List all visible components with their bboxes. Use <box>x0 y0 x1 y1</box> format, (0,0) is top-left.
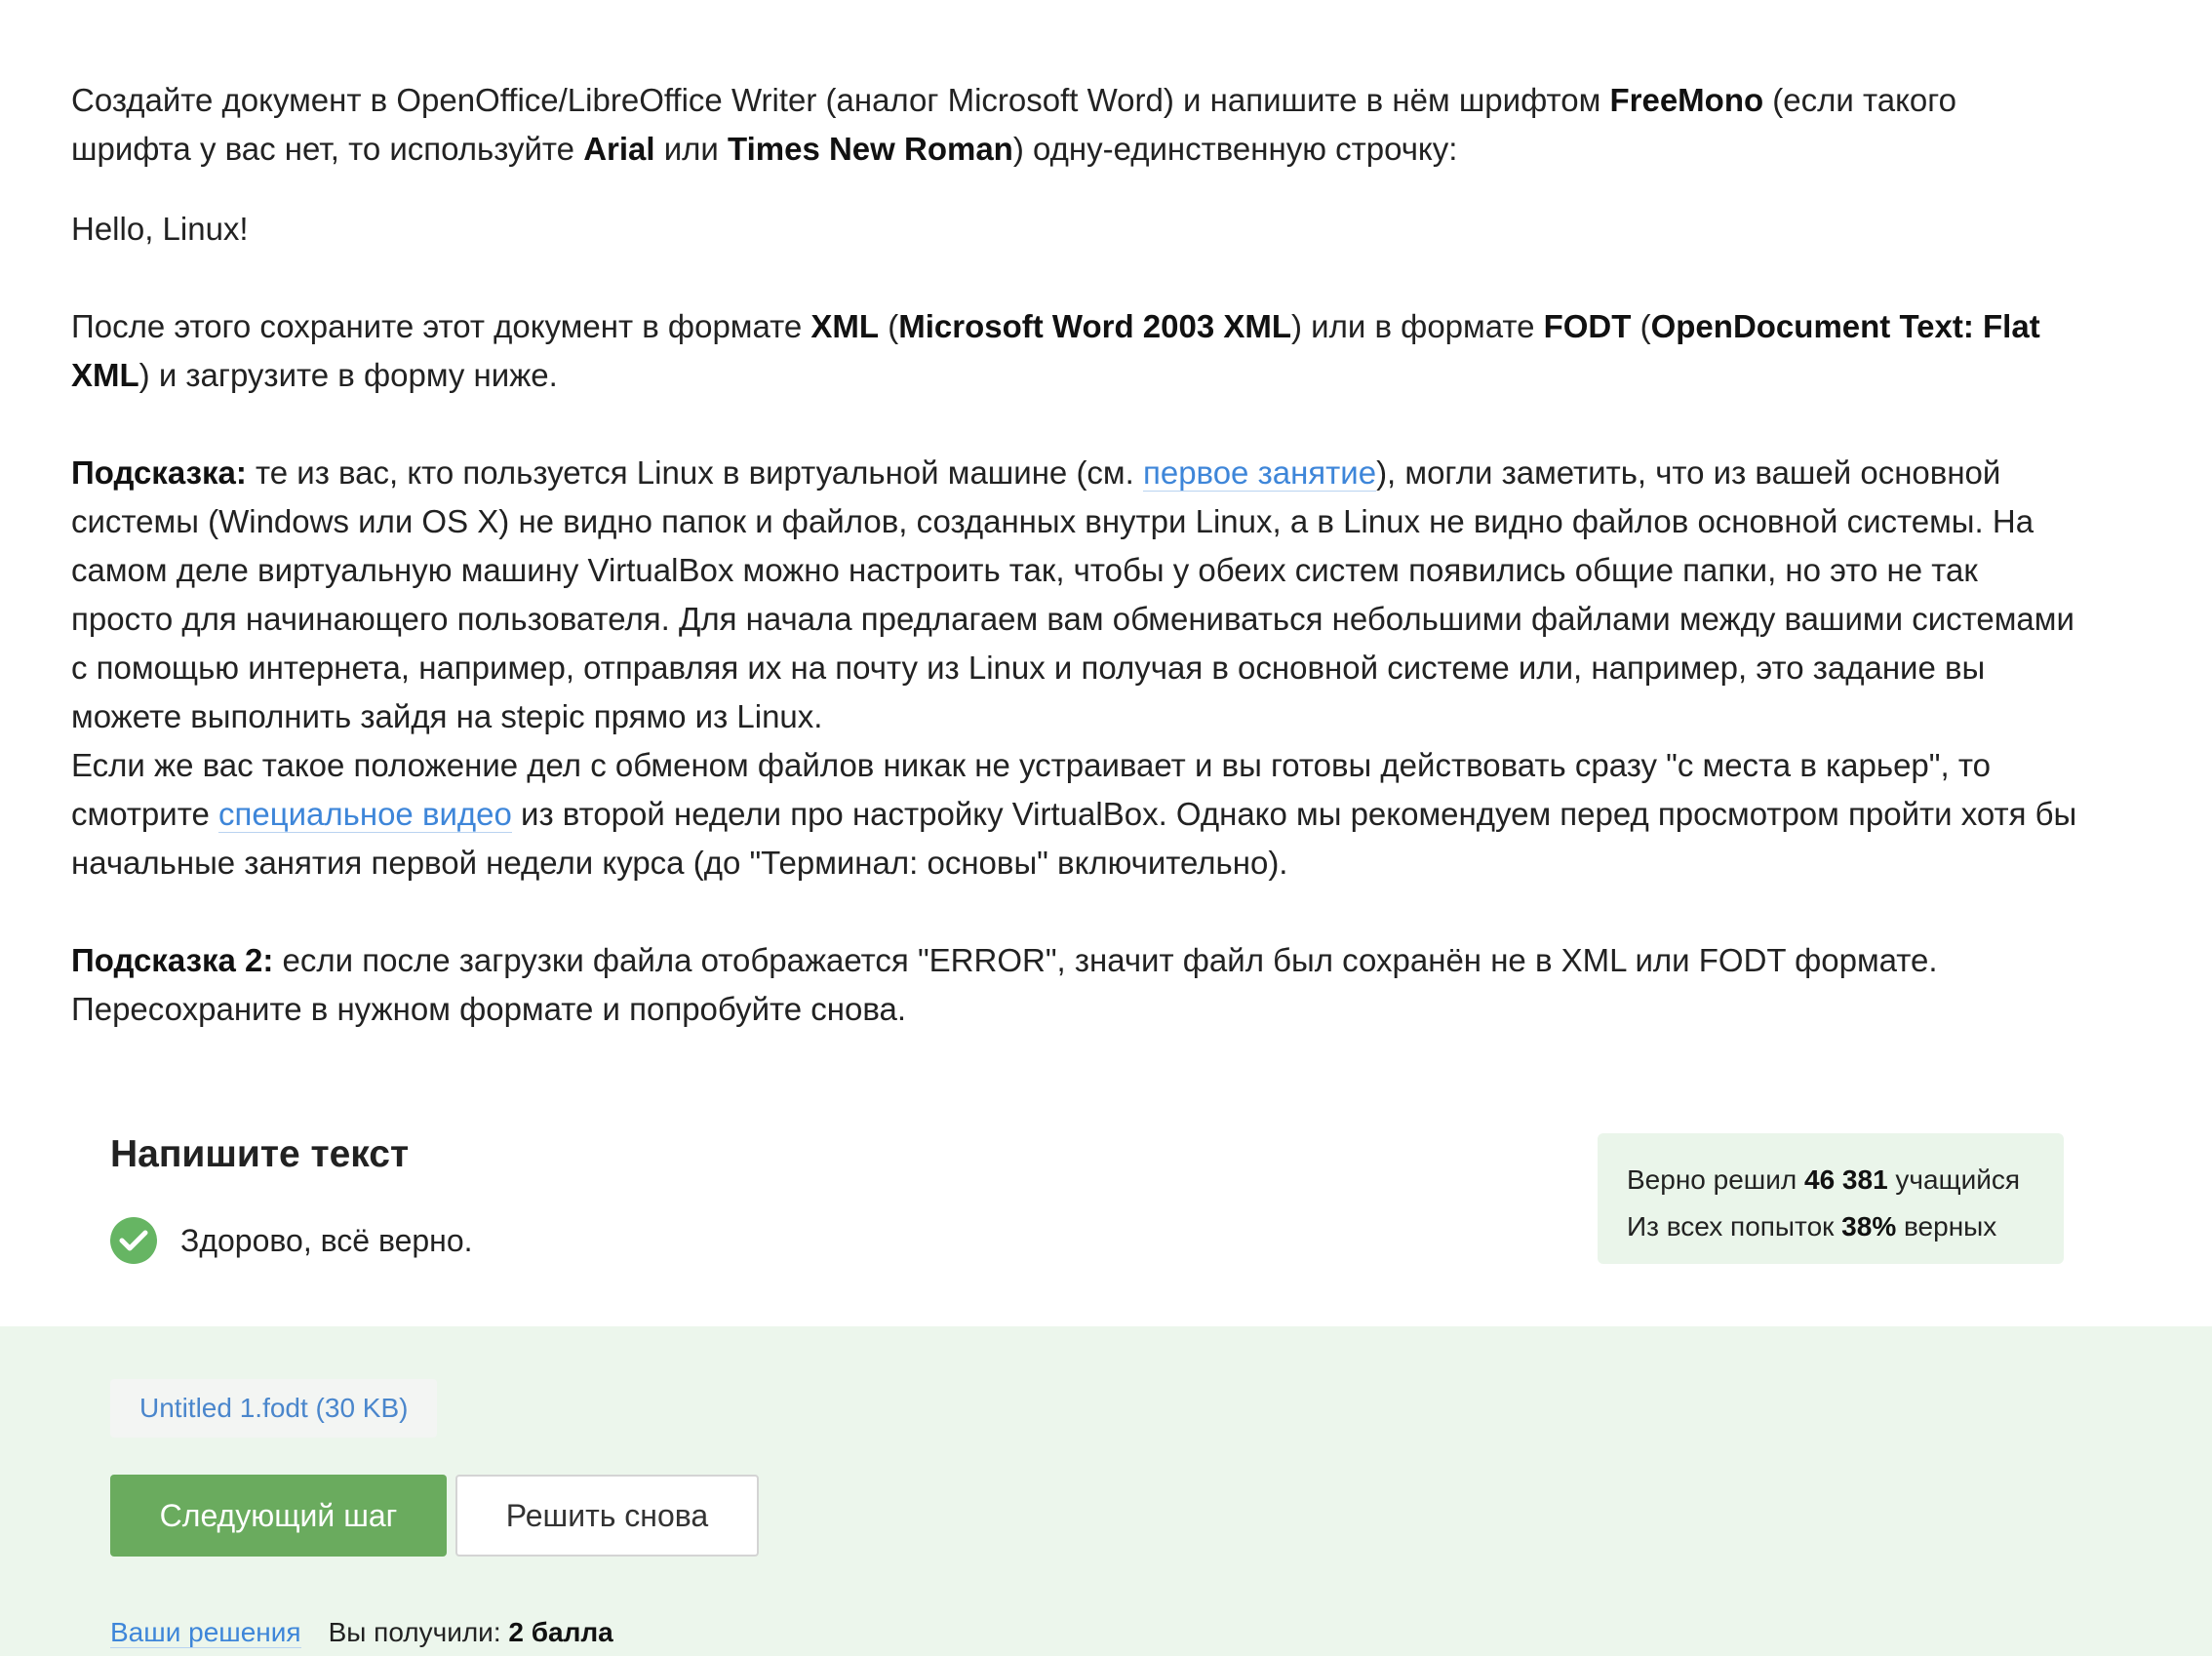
font-freemono: FreeMono <box>1609 82 1764 118</box>
first-lesson-link[interactable]: первое занятие <box>1142 454 1377 492</box>
intro-paragraph: Создайте документ в OpenOffice/LibreOffi… <box>71 76 2080 174</box>
score-value: 2 балла <box>508 1617 613 1647</box>
save-paragraph: После этого сохраните этот документ в фо… <box>71 302 2080 400</box>
save-text: После этого сохраните этот документ в фо… <box>71 308 811 344</box>
save-text: ( <box>879 308 899 344</box>
solve-again-button[interactable]: Решить снова <box>455 1475 759 1557</box>
your-solutions-link[interactable]: Ваши решения <box>110 1617 301 1648</box>
stats-text: Верно решил <box>1627 1164 1804 1195</box>
result-text: Здорово, всё верно. <box>180 1222 473 1258</box>
hint2-label: Подсказка 2: <box>71 942 274 978</box>
format-fodt: FODT <box>1543 308 1632 344</box>
hint-paragraph-2: Если же вас такое положение дел с обмено… <box>71 741 2080 887</box>
uploaded-file[interactable]: Untitled 1.fodt (30 KB) <box>110 1379 438 1438</box>
stats-text: учащийся <box>1887 1164 2021 1195</box>
next-step-button[interactable]: Следующий шаг <box>110 1475 447 1557</box>
intro-text: ) одну-единственную строчку: <box>1012 131 1458 167</box>
intro-text: Создайте документ в OpenOffice/LibreOffi… <box>71 82 1610 118</box>
hint2-paragraph: Подсказка 2: если после загрузки файла о… <box>71 936 2080 1034</box>
hint-label: Подсказка: <box>71 454 247 491</box>
format-xml: XML <box>810 308 880 344</box>
intro-text: или <box>654 131 729 167</box>
stats-solved: Верно решил 46 381 учащийся <box>1627 1157 2034 1203</box>
stats-panel: Верно решил 46 381 учащийся Из всех попы… <box>1598 1133 2064 1264</box>
save-text: ) или в формате <box>1291 308 1544 344</box>
format-xml-full: Microsoft Word 2003 XML <box>898 308 1292 344</box>
check-icon <box>110 1217 157 1264</box>
save-text: ) и загрузите в форму ниже. <box>138 357 558 393</box>
font-times: Times New Roman <box>728 131 1013 167</box>
hint2-text: если после загрузки файла отображается "… <box>71 942 1938 1027</box>
step-text: Создайте документ в OpenOffice/LibreOffi… <box>71 76 2080 1034</box>
submission-footer: Ваши решения Вы получили: 2 балла <box>110 1617 613 1648</box>
sample-line: Hello, Linux! <box>71 211 249 247</box>
stats-attempts: Из всех попыток 38% верных <box>1627 1203 2034 1250</box>
hint-text: те из вас, кто пользуется Linux в виртуа… <box>246 454 1143 491</box>
stats-text: Из всех попыток <box>1627 1211 1842 1242</box>
hint-text: ), могли заметить, что из вашей основной… <box>71 454 2074 734</box>
font-arial: Arial <box>583 131 655 167</box>
solved-count: 46 381 <box>1804 1164 1888 1195</box>
save-text: ( <box>1631 308 1651 344</box>
hint-paragraph: Подсказка: те из вас, кто пользуется Lin… <box>71 449 2080 741</box>
attempts-percent: 38% <box>1841 1211 1897 1242</box>
task-title: Напишите текст <box>110 1133 410 1175</box>
score-label: Вы получили: <box>328 1617 509 1647</box>
stats-text: верных <box>1896 1211 1997 1242</box>
submission-area: Untitled 1.fodt (30 KB) Следующий шаг Ре… <box>0 1326 2212 1656</box>
result-status: Здорово, всё верно. <box>110 1217 473 1264</box>
special-video-link[interactable]: специальное видео <box>217 796 512 833</box>
